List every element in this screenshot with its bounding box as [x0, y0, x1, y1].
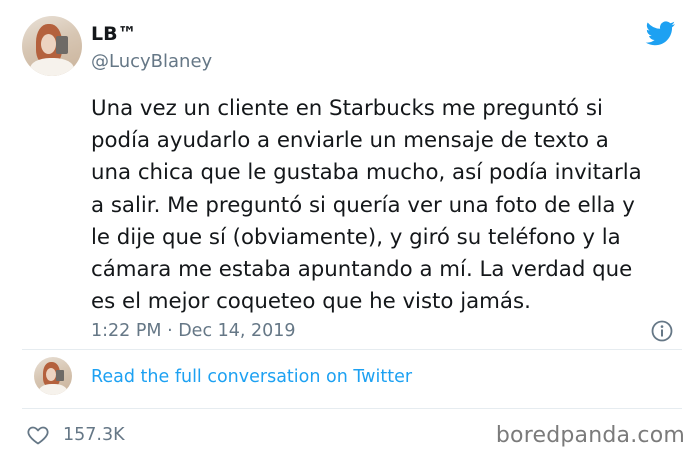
- author-handle[interactable]: @LucyBlaney: [91, 50, 212, 74]
- avatar-face: [46, 368, 56, 381]
- heart-icon[interactable]: [25, 423, 51, 447]
- tweet-line: a salir. Me preguntó si quería ver una f…: [91, 192, 635, 218]
- avatar-shirt: [30, 58, 74, 76]
- tweet-line: le dije que sí (obviamente), y giró su t…: [91, 224, 621, 250]
- tweet-line: una chica que le gustaba mucho, así podí…: [91, 160, 642, 186]
- avatar-phone: [56, 370, 64, 381]
- tweet-text: Una vez un cliente en Starbucks me pregu…: [91, 93, 696, 318]
- conversation-avatar[interactable]: [34, 357, 72, 395]
- tweet-line: podía ayudarlo a enviarle un mensaje de …: [91, 128, 609, 154]
- avatar-phone: [56, 36, 68, 54]
- tweet-line: cámara me estaba apuntando a mí. La verd…: [91, 257, 633, 283]
- divider: [22, 349, 682, 350]
- avatar-shirt: [39, 384, 67, 395]
- read-conversation-link[interactable]: Read the full conversation on Twitter: [91, 365, 412, 389]
- tweet-line: es el mejor coqueteo que he visto jamás.: [91, 289, 531, 315]
- like-count: 157.3K: [63, 425, 125, 445]
- site-watermark: boredpanda.com: [495, 423, 685, 448]
- avatar-face: [41, 34, 56, 54]
- author-avatar[interactable]: [22, 16, 82, 76]
- twitter-bird-icon[interactable]: [644, 18, 677, 48]
- author-display-name[interactable]: LB™: [91, 22, 137, 46]
- tweet-line: Una vez un cliente en Starbucks me pregu…: [91, 96, 603, 121]
- info-icon[interactable]: [650, 319, 674, 343]
- divider: [22, 408, 682, 409]
- tweet-timestamp[interactable]: 1:22 PM · Dec 14, 2019: [91, 319, 296, 343]
